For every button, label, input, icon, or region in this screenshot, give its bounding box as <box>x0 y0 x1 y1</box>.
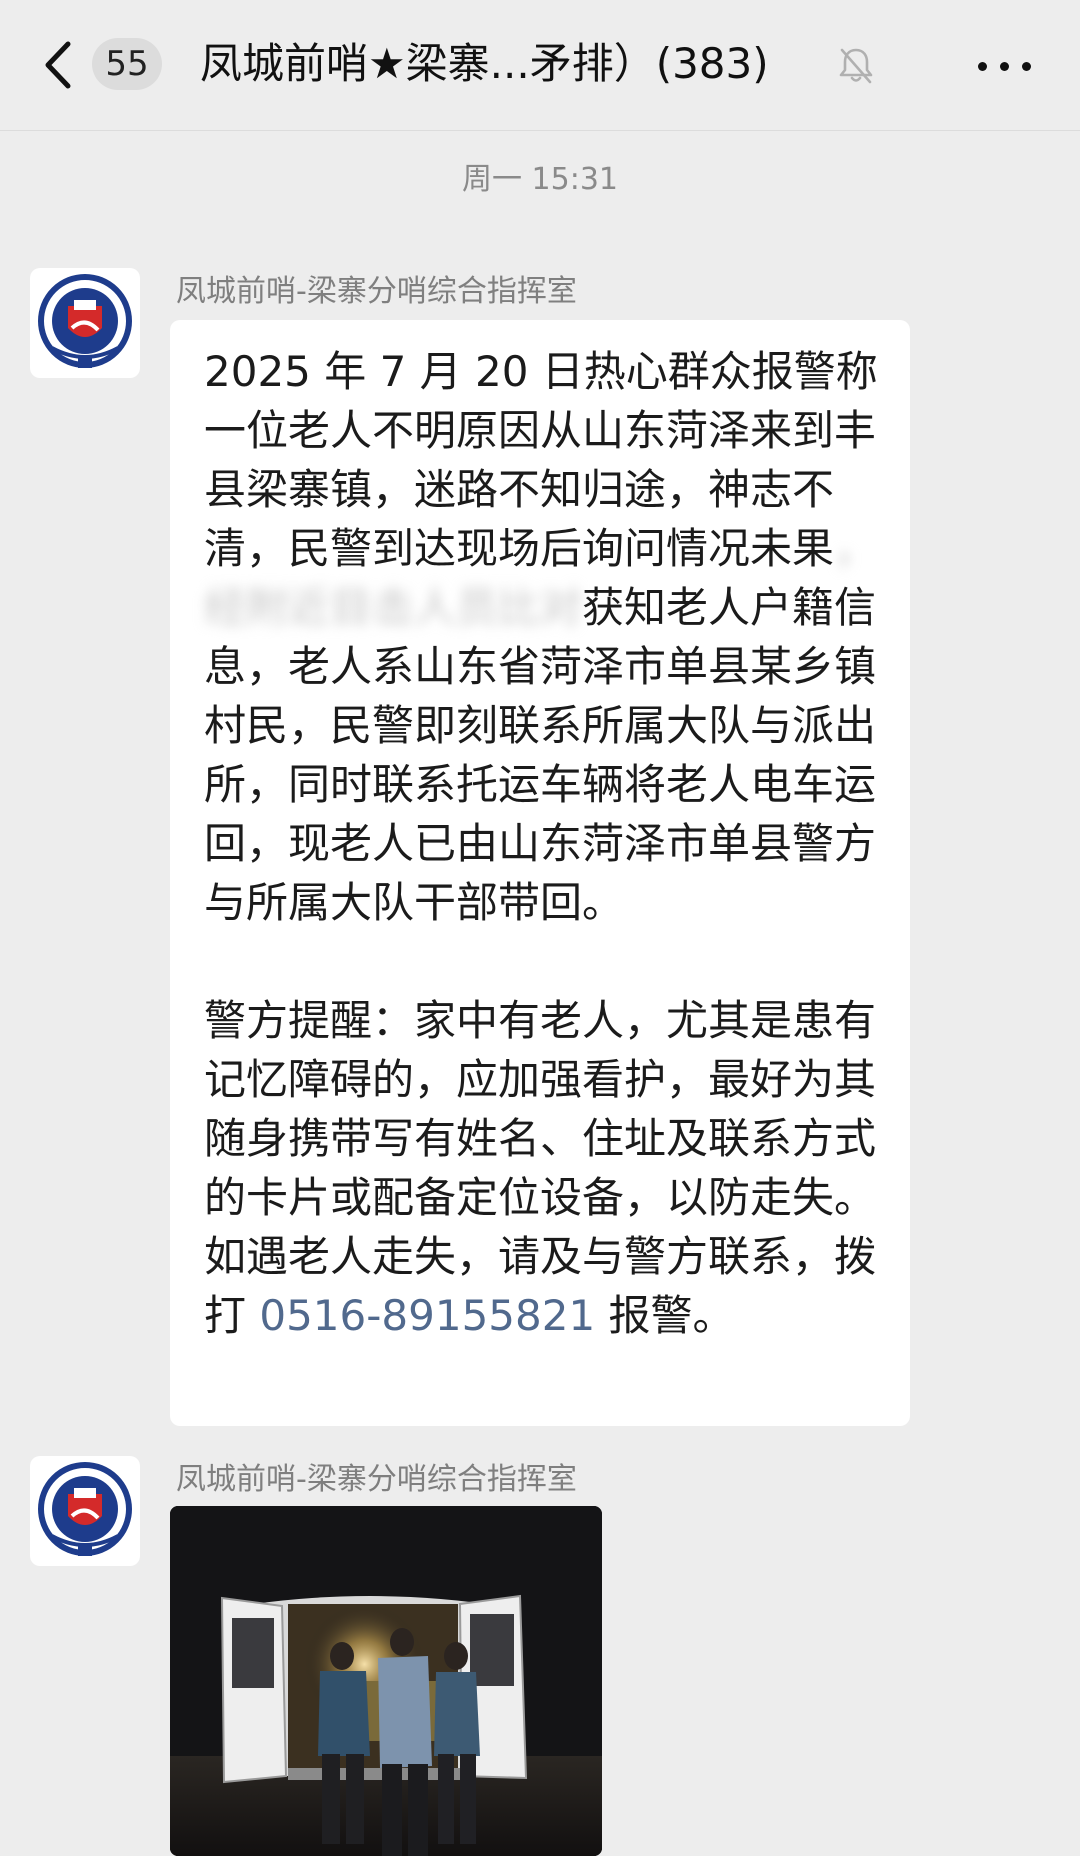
chat-title[interactable]: 凤城前哨★梁寨...矛排）(383) <box>200 32 840 96</box>
night-van-photo <box>170 1506 602 1856</box>
police-emblem-icon <box>38 274 132 368</box>
mute-bell-icon <box>839 48 873 84</box>
sender-name: 凤城前哨-梁寨分哨综合指挥室 <box>176 1462 577 1497</box>
more-options-button[interactable] <box>970 40 1040 90</box>
message-text-part: 获知老人户籍信息，老人系山东省菏泽市单县某乡镇村民，民警即刻联系所属大队与派出所… <box>204 583 877 1340</box>
more-dots-icon <box>1022 62 1031 71</box>
message-text: 2025 年 7 月 20 日热心群众报警称一位老人不明原因从山东菏泽来到丰县梁… <box>204 342 884 1345</box>
chat-header: 55 凤城前哨★梁寨...矛排）(383) <box>0 0 1080 131</box>
sender-name: 凤城前哨-梁寨分哨综合指挥室 <box>176 274 577 309</box>
message-text-part: 报警。 <box>595 1291 735 1340</box>
unread-count-badge[interactable]: 55 <box>92 38 162 90</box>
sender-avatar[interactable] <box>30 1456 140 1566</box>
message-text-part: 2025 年 7 月 20 日热心群众报警称一位老人不明原因从山东菏泽来到丰县梁… <box>204 347 878 573</box>
message-bubble[interactable]: 2025 年 7 月 20 日热心群众报警称一位老人不明原因从山东菏泽来到丰县梁… <box>170 320 910 1426</box>
image-message[interactable] <box>170 1506 602 1856</box>
police-emblem-icon <box>38 1462 132 1556</box>
more-dots-icon <box>1000 62 1009 71</box>
back-button[interactable] <box>30 30 90 100</box>
more-dots-icon <box>978 62 987 71</box>
sender-avatar[interactable] <box>30 268 140 378</box>
chevron-left-icon <box>45 41 71 89</box>
phone-number-link[interactable]: 0516-89155821 <box>259 1291 595 1340</box>
chat-window: 55 凤城前哨★梁寨...矛排）(383) 周一 15:31 凤城前哨-梁寨分哨… <box>0 0 1080 1856</box>
message-timestamp: 周一 15:31 <box>462 162 618 197</box>
